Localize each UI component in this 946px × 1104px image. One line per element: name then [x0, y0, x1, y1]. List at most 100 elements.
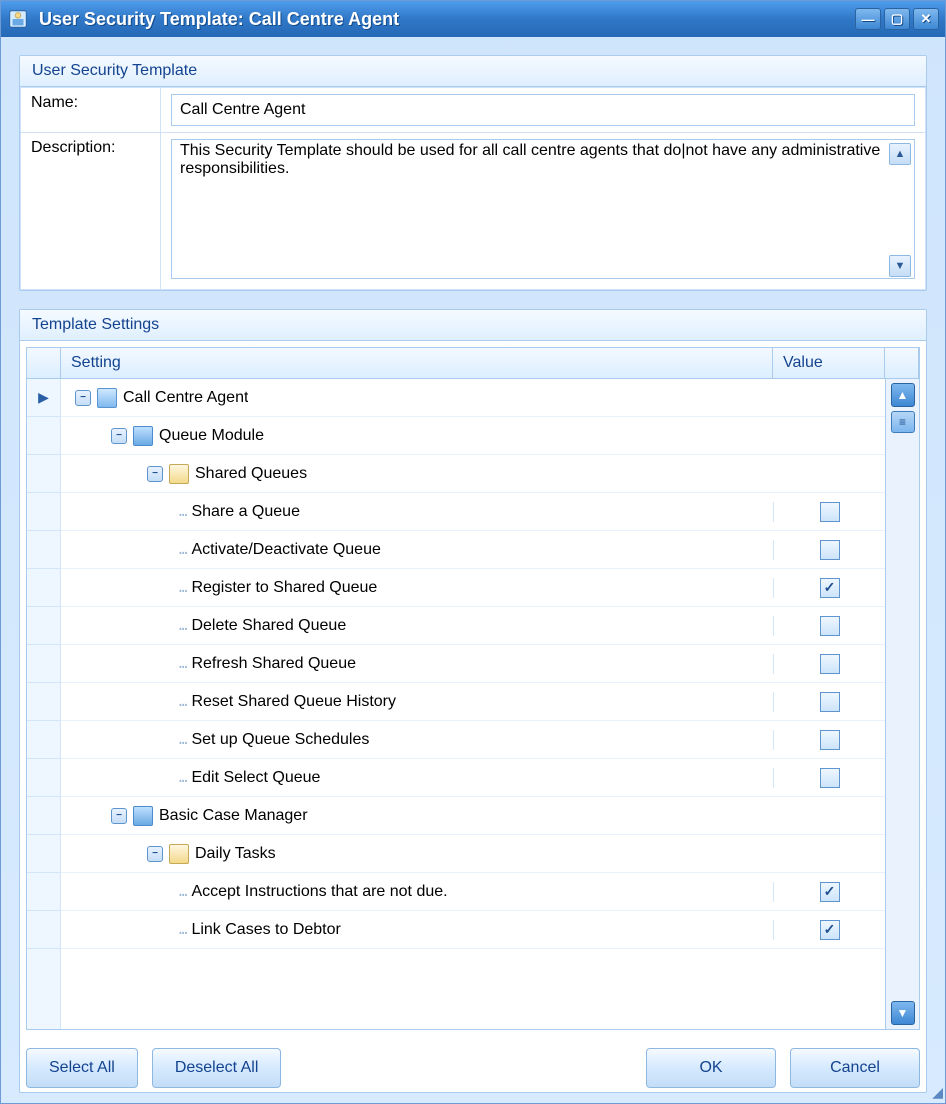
row-selector[interactable]	[27, 607, 60, 645]
tree-connector: …	[179, 732, 187, 748]
tree-row[interactable]: …Accept Instructions that are not due.	[61, 873, 885, 911]
tree-node-label: Call Centre Agent	[123, 389, 248, 407]
tree-connector: …	[179, 922, 187, 938]
collapse-toggle[interactable]: −	[111, 808, 127, 824]
row-selector[interactable]	[27, 417, 60, 455]
row-selector[interactable]	[27, 569, 60, 607]
tree-node-label: Link Cases to Debtor	[191, 921, 340, 939]
permission-checkbox[interactable]	[820, 730, 840, 750]
row-selector[interactable]	[27, 493, 60, 531]
row-selector[interactable]	[27, 835, 60, 873]
vertical-scrollbar[interactable]: ▲ ≡ ▼	[885, 379, 919, 1029]
client-area: User Security Template Name: Description…	[1, 37, 945, 1103]
tree-node-label: Daily Tasks	[195, 845, 276, 863]
description-textarea[interactable]	[171, 139, 915, 279]
close-button[interactable]: ✕	[913, 8, 939, 30]
tree-connector: …	[179, 694, 187, 710]
value-cell	[773, 768, 885, 788]
select-all-button[interactable]: Select All	[26, 1048, 138, 1088]
tree-row[interactable]: …Activate/Deactivate Queue	[61, 531, 885, 569]
permission-checkbox[interactable]	[820, 616, 840, 636]
collapse-toggle[interactable]: −	[147, 846, 163, 862]
ok-button[interactable]: OK	[646, 1048, 776, 1088]
dialog-window: User Security Template: Call Centre Agen…	[0, 0, 946, 1104]
value-cell	[773, 540, 885, 560]
value-cell	[773, 654, 885, 674]
cancel-button[interactable]: Cancel	[790, 1048, 920, 1088]
row-selector[interactable]	[27, 797, 60, 835]
value-cell	[773, 882, 885, 902]
tree-row[interactable]: …Edit Select Queue	[61, 759, 885, 797]
tree-row[interactable]: …Share a Queue	[61, 493, 885, 531]
window-title: User Security Template: Call Centre Agen…	[39, 9, 855, 30]
tree-row[interactable]: …Register to Shared Queue	[61, 569, 885, 607]
tree-row[interactable]: − Call Centre Agent	[61, 379, 885, 417]
tree-row[interactable]: …Link Cases to Debtor	[61, 911, 885, 949]
tree-row[interactable]: …Set up Queue Schedules	[61, 721, 885, 759]
description-scroll-up-icon[interactable]: ▲	[889, 143, 911, 165]
tree-connector: …	[179, 542, 187, 558]
folder-icon	[169, 464, 189, 484]
column-setting[interactable]: Setting	[61, 348, 773, 378]
row-selector[interactable]	[27, 455, 60, 493]
tree-row[interactable]: − Daily Tasks	[61, 835, 885, 873]
tree-row[interactable]: …Delete Shared Queue	[61, 607, 885, 645]
tree-row[interactable]: …Reset Shared Queue History	[61, 683, 885, 721]
row-selector[interactable]	[27, 873, 60, 911]
module-icon	[133, 426, 153, 446]
tree-row[interactable]: − Shared Queues	[61, 455, 885, 493]
tree-node-label: Register to Shared Queue	[191, 579, 377, 597]
permission-checkbox[interactable]	[820, 692, 840, 712]
permission-checkbox[interactable]	[820, 578, 840, 598]
agent-icon	[97, 388, 117, 408]
tree-node-label: Shared Queues	[195, 465, 307, 483]
group-title: Template Settings	[20, 310, 926, 341]
row-selector[interactable]	[27, 911, 60, 949]
description-scroll-down-icon[interactable]: ▼	[889, 255, 911, 277]
name-label: Name:	[21, 88, 161, 133]
collapse-toggle[interactable]: −	[147, 466, 163, 482]
scroll-thumb[interactable]: ≡	[891, 411, 915, 433]
row-selector[interactable]: ▶	[27, 379, 60, 417]
permission-checkbox[interactable]	[820, 882, 840, 902]
permission-checkbox[interactable]	[820, 502, 840, 522]
deselect-all-button[interactable]: Deselect All	[152, 1048, 282, 1088]
tree-row[interactable]: −Queue Module	[61, 417, 885, 455]
scroll-up-icon[interactable]: ▲	[891, 383, 915, 407]
tree-connector: …	[179, 656, 187, 672]
name-input[interactable]	[171, 94, 915, 126]
permission-checkbox[interactable]	[820, 768, 840, 788]
tree-row[interactable]: − Basic Case Manager	[61, 797, 885, 835]
collapse-toggle[interactable]: −	[111, 428, 127, 444]
module-icon	[133, 806, 153, 826]
tree-node-label: Reset Shared Queue History	[191, 693, 396, 711]
tree-connector: …	[179, 884, 187, 900]
row-selector[interactable]	[27, 683, 60, 721]
template-settings-group: Template Settings Setting Value ▶ − Call …	[19, 309, 927, 1093]
tree-row[interactable]: …Refresh Shared Queue	[61, 645, 885, 683]
minimize-button[interactable]: —	[855, 8, 881, 30]
row-selector-header	[27, 348, 61, 378]
value-cell	[773, 502, 885, 522]
description-label: Description:	[21, 133, 161, 290]
permission-checkbox[interactable]	[820, 920, 840, 940]
row-selector[interactable]	[27, 531, 60, 569]
row-selector[interactable]	[27, 759, 60, 797]
value-cell	[773, 730, 885, 750]
permission-checkbox[interactable]	[820, 540, 840, 560]
tree-connector: …	[179, 580, 187, 596]
scroll-down-icon[interactable]: ▼	[891, 1001, 915, 1025]
settings-grid: Setting Value ▶ − Call Centre Agent −Queue…	[26, 347, 920, 1030]
user-security-template-group: User Security Template Name: Description…	[19, 55, 927, 291]
tree-node-label: Edit Select Queue	[191, 769, 320, 787]
row-selector[interactable]	[27, 721, 60, 759]
maximize-button[interactable]: ▢	[884, 8, 910, 30]
dialog-footer: Select All Deselect All OK Cancel	[20, 1036, 926, 1092]
column-value[interactable]: Value	[773, 348, 885, 378]
tree-node-label: Set up Queue Schedules	[191, 731, 369, 749]
tree-node-label: Basic Case Manager	[159, 807, 308, 825]
row-selector[interactable]	[27, 645, 60, 683]
collapse-toggle[interactable]: −	[75, 390, 91, 406]
permission-checkbox[interactable]	[820, 654, 840, 674]
tree-node-label: Activate/Deactivate Queue	[191, 541, 380, 559]
